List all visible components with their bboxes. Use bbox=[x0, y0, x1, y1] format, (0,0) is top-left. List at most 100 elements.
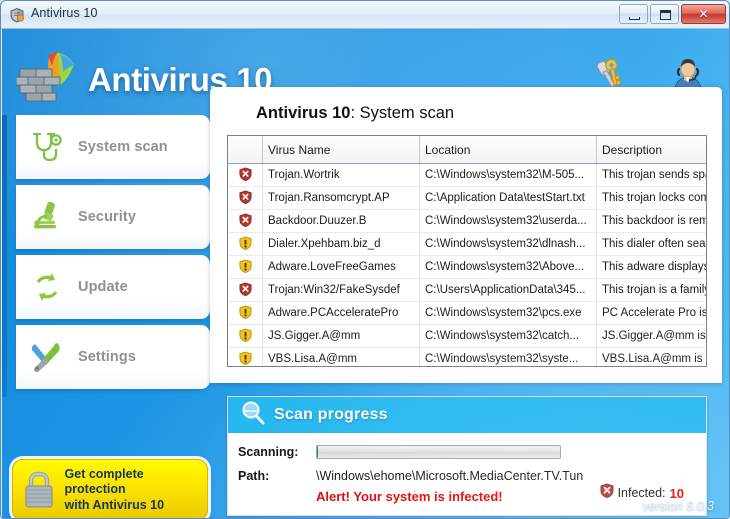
get-protection-label: Get complete protection with Antivirus 1… bbox=[65, 467, 207, 514]
app-shield-icon bbox=[9, 7, 25, 23]
get-protection-button[interactable]: Get complete protection with Antivirus 1… bbox=[12, 459, 208, 519]
sidebar-item-update[interactable]: Update bbox=[16, 255, 210, 319]
cell-location: C:\Windows\system32\dlnash... bbox=[420, 233, 597, 256]
sidebar-item-label: System scan bbox=[78, 139, 168, 155]
cell-virus-name: Adware.LoveFreeGames bbox=[263, 256, 420, 279]
cell-location: C:\Windows\system32\syste... bbox=[420, 348, 597, 368]
page-title: Antivirus 10: System scan bbox=[256, 104, 454, 123]
maximize-button[interactable] bbox=[650, 4, 679, 24]
column-header-virus-name[interactable]: Virus Name bbox=[263, 136, 420, 164]
page-title-rest: : System scan bbox=[350, 104, 454, 122]
window-controls: ✕ bbox=[619, 4, 726, 24]
cell-location: C:\Windows\system32\userda... bbox=[420, 210, 597, 233]
brick-wall-shield-icon bbox=[16, 49, 78, 110]
cell-virus-name: Backdoor.Duuzer.B bbox=[263, 210, 420, 233]
path-label: Path: bbox=[238, 469, 316, 483]
window-title: Antivirus 10 bbox=[31, 6, 98, 20]
table-row[interactable]: Adware.PCAccelerateProC:\Windows\system3… bbox=[228, 302, 707, 325]
table-row[interactable]: Backdoor.Duuzer.BC:\Windows\system32\use… bbox=[228, 210, 707, 233]
close-icon: ✕ bbox=[698, 8, 708, 20]
severity-critical-icon bbox=[228, 210, 263, 233]
tools-wrench-screwdriver-icon bbox=[16, 339, 78, 375]
column-header-location[interactable]: Location bbox=[420, 136, 597, 164]
shield-x-icon bbox=[600, 483, 614, 503]
column-header-severity[interactable] bbox=[228, 136, 263, 164]
severity-warning-icon bbox=[228, 233, 263, 256]
minimize-icon bbox=[629, 17, 640, 20]
cell-description: This trojan sends spam... bbox=[597, 164, 708, 187]
sidebar-item-security[interactable]: Security bbox=[16, 185, 210, 249]
infection-alert-text: Alert! Your system is infected! bbox=[316, 489, 503, 504]
sidebar-item-label: Settings bbox=[78, 349, 136, 365]
table-row[interactable]: Trojan.WortrikC:\Windows\system32\M-505.… bbox=[228, 164, 707, 187]
refresh-arrows-icon bbox=[16, 269, 78, 305]
path-row: Path: \Windows\ehome\Microsoft.MediaCent… bbox=[238, 469, 583, 483]
cell-virus-name: Dialer.Xpehbam.biz_d bbox=[263, 233, 420, 256]
virus-table-header: Virus Name Location Description bbox=[228, 136, 707, 164]
cell-description: VBS.Lisa.A@mm is a m... bbox=[597, 348, 708, 368]
cell-description: PC Accelerate Pro is a ... bbox=[597, 302, 708, 325]
scan-progress-fill bbox=[317, 446, 318, 459]
cell-description: This adware displays a... bbox=[597, 256, 708, 279]
cell-virus-name: Adware.PCAcceleratePro bbox=[263, 302, 420, 325]
scan-progress-body: Scanning: Path: \Windows\ehome\Microsoft… bbox=[228, 433, 706, 515]
cell-location: C:\Users\ApplicationData\345... bbox=[420, 279, 597, 302]
scanning-row: Scanning: bbox=[238, 445, 561, 459]
severity-warning-icon bbox=[228, 256, 263, 279]
infected-label: Infected: bbox=[618, 486, 666, 500]
content-panel: Antivirus 10: System scan Virus Name Loc… bbox=[210, 87, 722, 383]
cta-line-2: with Antivirus 10 bbox=[65, 498, 165, 512]
magnifier-icon bbox=[240, 400, 266, 431]
column-header-description[interactable]: Description bbox=[597, 136, 708, 164]
scan-progress-header: Scan progress bbox=[228, 397, 706, 433]
table-row[interactable]: Trojan.Ransomcrypt.APC:\Application Data… bbox=[228, 187, 707, 210]
cta-line-1: Get complete protection bbox=[65, 467, 144, 497]
maximize-icon bbox=[660, 10, 671, 20]
virus-table-container[interactable]: Virus Name Location Description Trojan.W… bbox=[227, 135, 707, 367]
version-label: version 6.0.3 bbox=[642, 499, 714, 513]
page-title-bold: Antivirus 10 bbox=[256, 104, 350, 122]
cell-virus-name: Trojan.Wortrik bbox=[263, 164, 420, 187]
table-row[interactable]: JS.Gigger.A@mmC:\Windows\system32\catch.… bbox=[228, 325, 707, 348]
severity-warning-icon bbox=[228, 302, 263, 325]
cell-virus-name: JS.Gigger.A@mm bbox=[263, 325, 420, 348]
scan-progress-bar bbox=[316, 445, 561, 459]
table-row[interactable]: Adware.LoveFreeGamesC:\Windows\system32\… bbox=[228, 256, 707, 279]
table-header-row: Virus Name Location Description bbox=[228, 136, 707, 164]
table-row[interactable]: Trojan:Win32/FakeSysdefC:\Users\Applicat… bbox=[228, 279, 707, 302]
infected-count: 10 bbox=[670, 486, 684, 501]
severity-critical-icon bbox=[228, 279, 263, 302]
title-bar: Antivirus 10 ✕ bbox=[1, 1, 730, 29]
virus-table: Virus Name Location Description Trojan.W… bbox=[228, 136, 707, 367]
severity-warning-icon bbox=[228, 325, 263, 348]
table-row[interactable]: Dialer.Xpehbam.biz_dC:\Windows\system32\… bbox=[228, 233, 707, 256]
cell-description: JS.Gigger.A@mm is a ... bbox=[597, 325, 708, 348]
sidebar-item-label: Update bbox=[78, 279, 128, 295]
close-button[interactable]: ✕ bbox=[681, 4, 726, 24]
cell-location: C:\Windows\system32\Above... bbox=[420, 256, 597, 279]
sidebar-item-settings[interactable]: Settings bbox=[16, 325, 210, 389]
cell-location: C:\Application Data\testStart.txt bbox=[420, 187, 597, 210]
app-background: Antivirus 10 bbox=[2, 29, 730, 519]
cell-virus-name: VBS.Lisa.A@mm bbox=[263, 348, 420, 368]
sidebar-item-label: Security bbox=[78, 209, 136, 225]
microscope-icon bbox=[16, 199, 78, 235]
sidebar: System scan Security bbox=[2, 115, 210, 395]
cell-description: This trojan is a family of... bbox=[597, 279, 708, 302]
cell-location: C:\Windows\system32\M-505... bbox=[420, 164, 597, 187]
app-window: Antivirus 10 ✕ bbox=[0, 0, 730, 519]
padlock-icon bbox=[13, 469, 65, 511]
sidebar-edge-accent bbox=[2, 115, 7, 397]
minimize-button[interactable] bbox=[619, 4, 648, 24]
cell-description: This backdoor is remot... bbox=[597, 210, 708, 233]
cell-location: C:\Windows\system32\catch... bbox=[420, 325, 597, 348]
virus-table-body: Trojan.WortrikC:\Windows\system32\M-505.… bbox=[228, 164, 707, 368]
table-row[interactable]: VBS.Lisa.A@mmC:\Windows\system32\syste..… bbox=[228, 348, 707, 368]
scan-progress-panel: Scan progress Scanning: Path: \Windows\e… bbox=[227, 396, 707, 516]
cell-description: This trojan locks compu... bbox=[597, 187, 708, 210]
severity-critical-icon bbox=[228, 164, 263, 187]
cell-virus-name: Trojan:Win32/FakeSysdef bbox=[263, 279, 420, 302]
path-value: \Windows\ehome\Microsoft.MediaCenter.TV.… bbox=[316, 469, 583, 483]
severity-warning-icon bbox=[228, 348, 263, 368]
sidebar-item-system-scan[interactable]: System scan bbox=[16, 115, 210, 179]
